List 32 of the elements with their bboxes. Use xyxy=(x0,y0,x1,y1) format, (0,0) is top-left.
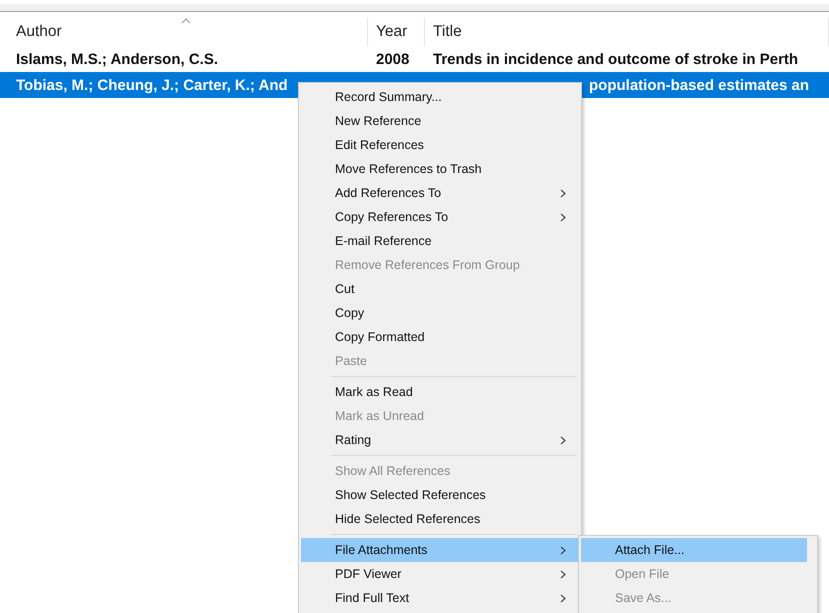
table-row[interactable]: Islams, M.S.; Anderson, C.S. 2008 Trends in incidence and outcome of stroke in Perth xyxy=(0,46,829,72)
menu-item[interactable]: Hide Selected References xyxy=(301,507,579,531)
menu-item[interactable]: Find Full Text xyxy=(301,586,579,610)
column-label: Author xyxy=(16,23,62,41)
menu-item[interactable]: Copy xyxy=(301,301,579,325)
menu-item[interactable]: Record Summary... xyxy=(301,85,579,109)
sort-caret-icon xyxy=(180,18,190,24)
menu-item[interactable]: E-mail Reference xyxy=(301,229,579,253)
menu-item[interactable]: Copy Formatted xyxy=(301,325,579,349)
menu-item[interactable]: Copy References To xyxy=(301,205,579,229)
menu-item[interactable]: Add References To xyxy=(301,181,579,205)
menu-item[interactable]: Rating xyxy=(301,428,579,452)
column-header[interactable]: Year xyxy=(368,18,425,46)
splitter-bar[interactable] xyxy=(0,4,829,12)
menu-item[interactable]: Cut xyxy=(301,277,579,301)
menu-item[interactable]: New Reference xyxy=(301,109,579,133)
column-header[interactable]: Author xyxy=(0,18,368,46)
year-cell: 2008 xyxy=(376,50,410,68)
menu-item[interactable]: Mark as Read xyxy=(301,380,579,404)
menu-item[interactable]: PDF Viewer xyxy=(301,562,579,586)
menu-item[interactable]: Move References to Trash xyxy=(301,157,579,181)
title-cell: Trends in incidence and outcome of stroke in Perth xyxy=(433,50,798,68)
menu-item[interactable]: Show Selected References xyxy=(301,483,579,507)
menu-item[interactable]: Attach File... xyxy=(581,538,807,562)
title-cell: population-based estimates an xyxy=(589,76,810,94)
author-cell: Islams, M.S.; Anderson, C.S. xyxy=(16,50,218,68)
menu-item[interactable]: Edit References xyxy=(301,133,579,157)
column-label: Year xyxy=(376,23,408,41)
menu-item[interactable]: File Attachments xyxy=(301,538,579,562)
column-label: Title xyxy=(433,23,462,41)
author-cell: Tobias, M.; Cheung, J.; Carter, K.; And xyxy=(16,76,288,94)
column-header[interactable]: Title xyxy=(425,18,829,46)
